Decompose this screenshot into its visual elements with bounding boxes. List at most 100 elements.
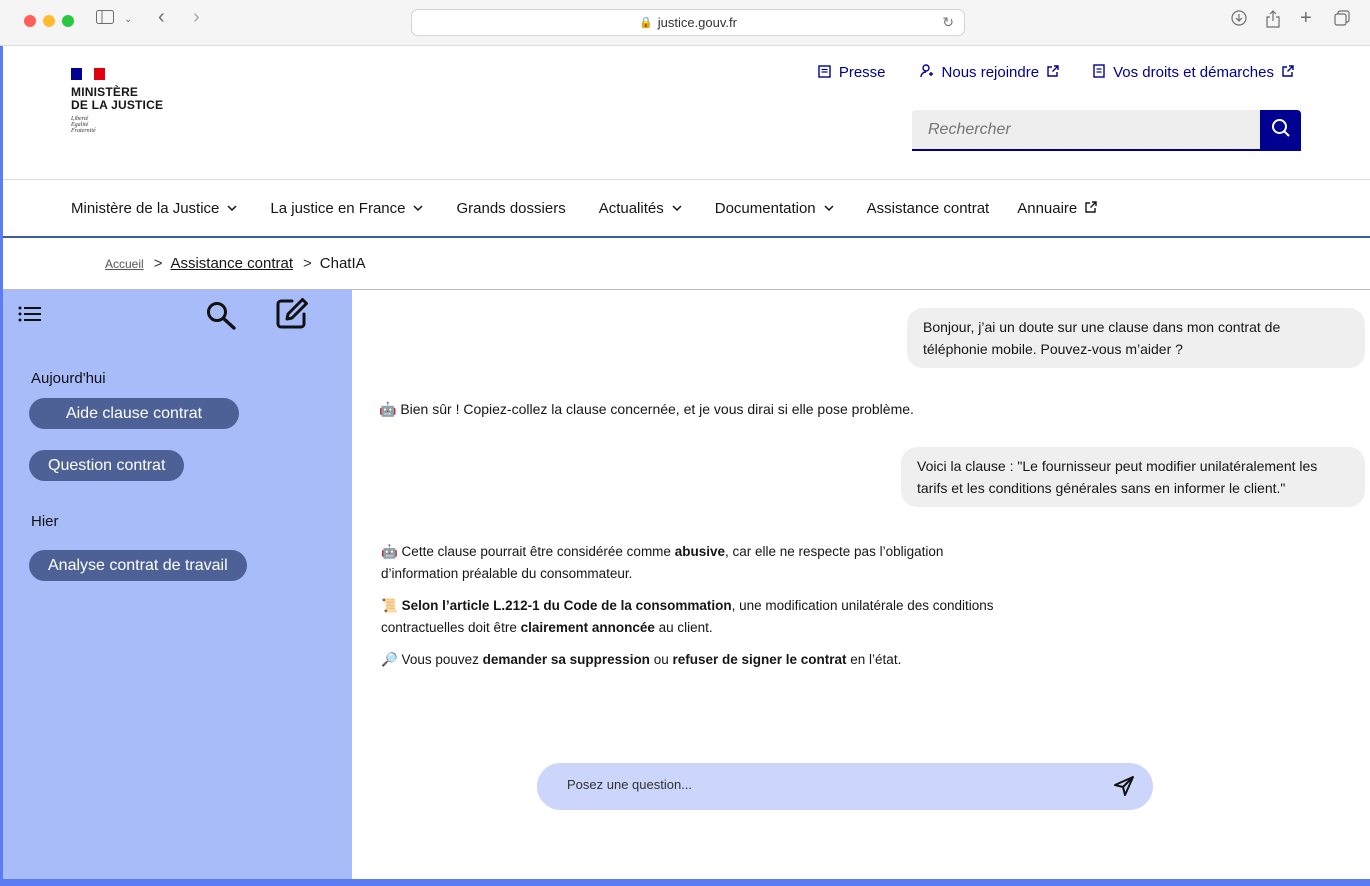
- search-icon: [1271, 118, 1291, 143]
- message-composer[interactable]: Posez une question...: [537, 763, 1153, 810]
- newspaper-icon: [818, 64, 831, 81]
- nav-label: Documentation: [714, 199, 816, 217]
- breadcrumb-separator: >: [303, 255, 312, 272]
- search-icon[interactable]: [205, 300, 237, 330]
- user-message: Voici la clause : "Le fournisseur peut m…: [901, 447, 1365, 507]
- conversation-item[interactable]: Aide clause contrat: [29, 398, 239, 429]
- nous-rejoindre-link[interactable]: Nous rejoindre: [919, 64, 1060, 81]
- user-message: Bonjour, j’ai un doute sur une clause da…: [907, 308, 1365, 368]
- list-menu-icon[interactable]: [18, 306, 42, 322]
- site-header: MINISTÈRE DE LA JUSTICE Liberté Égalité …: [3, 46, 1370, 180]
- breadcrumb-home-link[interactable]: Accueil: [105, 257, 144, 271]
- conversation-sidebar: Aujourd'hui Aide clause contrat Question…: [3, 290, 352, 879]
- chevron-down-icon[interactable]: ⌄: [124, 10, 132, 30]
- tabs-overview-icon[interactable]: [1334, 10, 1350, 32]
- chevron-down-icon: [227, 203, 237, 214]
- site-search: [912, 110, 1302, 151]
- download-icon[interactable]: [1231, 10, 1247, 32]
- external-link-icon: [1282, 65, 1294, 80]
- message-bold: Selon l’article L.212-1 du Code de la co…: [401, 598, 732, 613]
- nav-actualites[interactable]: Actualités: [599, 200, 682, 217]
- message-text: d’information préalable du consommateur.: [381, 566, 633, 581]
- ministry-logo[interactable]: MINISTÈRE DE LA JUSTICE Liberté Égalité …: [71, 68, 163, 134]
- assistant-message: 🤖 Cette clause pourrait être considérée …: [381, 541, 1041, 681]
- nav-documentation[interactable]: Documentation: [715, 200, 834, 217]
- nav-label: La justice en France: [270, 199, 406, 217]
- message-text: au client.: [654, 620, 713, 635]
- french-flag-icon: [71, 68, 105, 80]
- new-chat-edit-icon[interactable]: [275, 296, 311, 330]
- header-quick-links: Presse Nous rejoindre Vos droits et déma…: [818, 64, 1294, 81]
- search-button[interactable]: [1260, 110, 1301, 151]
- conversation-item[interactable]: Question contrat: [29, 450, 185, 481]
- external-link-icon: [1047, 65, 1059, 80]
- message-text: , une modification unilatérale des condi…: [731, 598, 994, 613]
- nav-grands-dossiers[interactable]: Grands dossiers: [456, 200, 565, 217]
- message-text: 🔎 Vous pouvez: [381, 652, 483, 667]
- chat-panel: Bonjour, j’ai un doute sur une clause da…: [352, 290, 1370, 879]
- close-window-button[interactable]: [24, 15, 36, 27]
- message-text: ou: [649, 652, 673, 667]
- forward-icon[interactable]: ›: [193, 7, 200, 27]
- browser-toolbar: ⌄ ‹ › 🔒 justice.gouv.fr ↻ +: [0, 0, 1370, 46]
- search-input[interactable]: [912, 110, 1260, 151]
- assistant-paragraph: 🔎 Vous pouvez demander sa suppression ou…: [381, 649, 1041, 671]
- new-tab-icon[interactable]: +: [1300, 8, 1312, 28]
- nav-assistance-contrat[interactable]: Assistance contrat: [867, 200, 990, 217]
- chevron-down-icon: [824, 203, 834, 214]
- message-text: Voici la clause : "Le fournisseur peut m…: [917, 458, 1318, 474]
- message-bold: refuser de signer le contrat: [672, 652, 847, 667]
- chevron-down-icon: [672, 203, 682, 214]
- presse-label: Presse: [838, 64, 886, 81]
- nav-label: Grands dossiers: [456, 199, 566, 217]
- window-border-bottom: [0, 879, 1370, 886]
- send-icon[interactable]: [1113, 775, 1135, 802]
- nav-justice-en-france[interactable]: La justice en France: [270, 199, 424, 217]
- presse-link[interactable]: Presse: [818, 64, 886, 81]
- message-text: tarifs et les conditions générales sans …: [917, 480, 1286, 496]
- url-text: justice.gouv.fr: [657, 15, 737, 30]
- breadcrumb: Accueil > Assistance contrat > ChatIA: [3, 238, 1370, 290]
- assistant-paragraph: 🤖 Cette clause pourrait être considérée …: [381, 541, 1041, 585]
- chevron-down-icon: [413, 203, 424, 214]
- section-label-yesterday: Hier: [31, 513, 59, 530]
- nous-rejoindre-label: Nous rejoindre: [941, 64, 1040, 81]
- message-text: Bonjour, j’ai un doute sur une clause da…: [923, 319, 1281, 335]
- vos-droits-label: Vos droits et démarches: [1113, 64, 1274, 81]
- message-text: contractuelles doit être: [381, 620, 521, 635]
- motto-fraternite: Fraternité: [71, 128, 96, 134]
- user-icon: [919, 64, 934, 81]
- nav-annuaire[interactable]: Annuaire: [1017, 200, 1097, 217]
- reload-icon[interactable]: ↻: [942, 14, 954, 31]
- nav-label: Annuaire: [1017, 199, 1078, 217]
- conversation-item[interactable]: Analyse contrat de travail: [29, 550, 247, 581]
- breadcrumb-parent-link[interactable]: Assistance contrat: [170, 255, 293, 272]
- share-icon[interactable]: [1266, 10, 1280, 34]
- message-bold: demander sa suppression: [482, 652, 650, 667]
- message-text: téléphonie mobile. Pouvez-vous m’aider ?: [923, 341, 1183, 357]
- address-bar[interactable]: 🔒 justice.gouv.fr ↻: [411, 9, 965, 36]
- logo-line-2: DE LA JUSTICE: [71, 98, 164, 112]
- breadcrumb-current: ChatIA: [319, 255, 366, 272]
- nav-label: Actualités: [598, 199, 664, 217]
- section-label-today: Aujourd'hui: [31, 370, 106, 387]
- message-text: 🤖 Cette clause pourrait être considérée …: [381, 544, 675, 559]
- assistant-message: 🤖 Bien sûr ! Copiez-collez la clause con…: [379, 401, 914, 417]
- composer-placeholder[interactable]: Posez une question...: [567, 777, 692, 792]
- nav-ministere[interactable]: Ministère de la Justice: [71, 200, 237, 217]
- assistant-paragraph: 📜 Selon l’article L.212-1 du Code de la …: [381, 595, 1041, 639]
- sidebar-toggle-icon[interactable]: [96, 10, 114, 30]
- message-text: en l’état.: [846, 652, 902, 667]
- vos-droits-link[interactable]: Vos droits et démarches: [1093, 64, 1294, 81]
- main-navigation: Ministère de la Justice La justice en Fr…: [3, 180, 1370, 238]
- breadcrumb-separator: >: [153, 255, 163, 272]
- message-bold: clairement annoncée: [520, 620, 655, 635]
- minimize-window-button[interactable]: [43, 15, 55, 27]
- zoom-window-button[interactable]: [62, 15, 74, 27]
- nav-label: Ministère de la Justice: [71, 199, 220, 217]
- back-icon[interactable]: ‹: [158, 7, 165, 27]
- scroll-icon: 📜: [381, 598, 402, 613]
- document-icon: [1093, 64, 1105, 81]
- lock-icon: 🔒: [639, 17, 653, 29]
- message-bold: abusive: [674, 544, 725, 559]
